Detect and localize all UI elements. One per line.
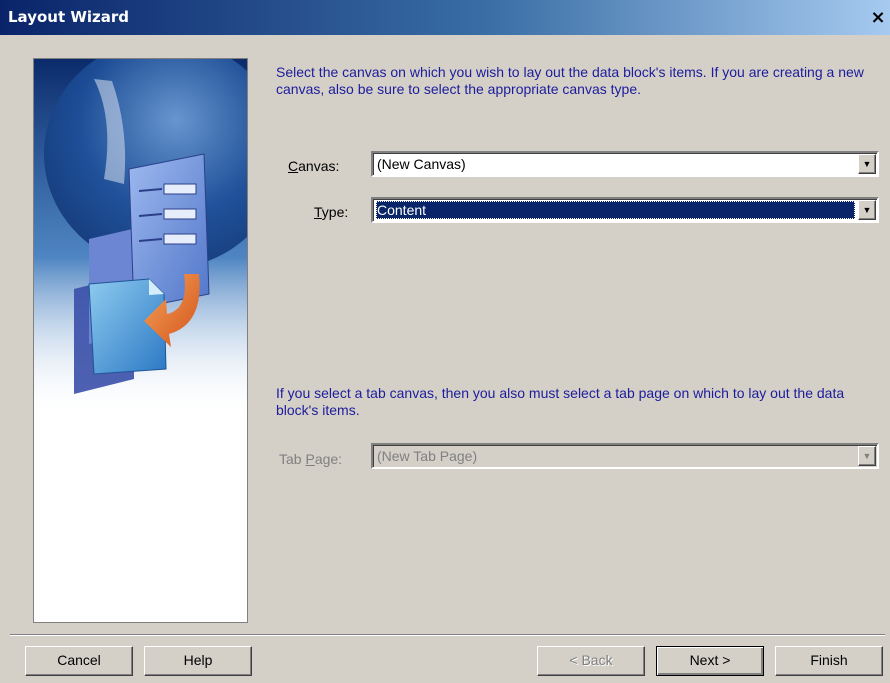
tab-page-label: Tab Page:	[279, 451, 343, 467]
footer-separator	[10, 634, 885, 636]
type-label: Type:	[314, 204, 349, 220]
window-title: Layout Wizard	[8, 8, 130, 26]
canvas-label: Canvas:	[288, 158, 340, 174]
dropdown-arrow-icon[interactable]: ▼	[858, 154, 876, 174]
tab-page-select-value: (New Tab Page)	[377, 448, 478, 464]
canvas-select[interactable]: (New Canvas) ▼	[371, 151, 879, 177]
wizard-illustration	[33, 58, 248, 623]
canvas-select-value: (New Canvas)	[377, 156, 466, 172]
close-icon[interactable]: ×	[868, 8, 888, 28]
tab-canvas-text: If you select a tab canvas, then you als…	[276, 385, 845, 418]
back-button[interactable]: < Back	[537, 646, 645, 676]
finish-button[interactable]: Finish	[775, 646, 883, 676]
dropdown-arrow-icon[interactable]: ▼	[858, 446, 876, 466]
help-button[interactable]: Help	[144, 646, 252, 676]
dropdown-arrow-icon[interactable]: ▼	[858, 200, 876, 220]
wizard-illustration-graphic	[34, 59, 247, 622]
intro-text: Select the canvas on which you wish to l…	[276, 64, 864, 97]
tab-page-select[interactable]: (New Tab Page) ▼	[371, 443, 879, 469]
type-select[interactable]: Content ▼	[371, 197, 879, 223]
next-button[interactable]: Next >	[656, 646, 764, 676]
type-select-value: Content	[376, 201, 855, 219]
cancel-button[interactable]: Cancel	[25, 646, 133, 676]
title-bar: Layout Wizard ×	[0, 0, 890, 36]
